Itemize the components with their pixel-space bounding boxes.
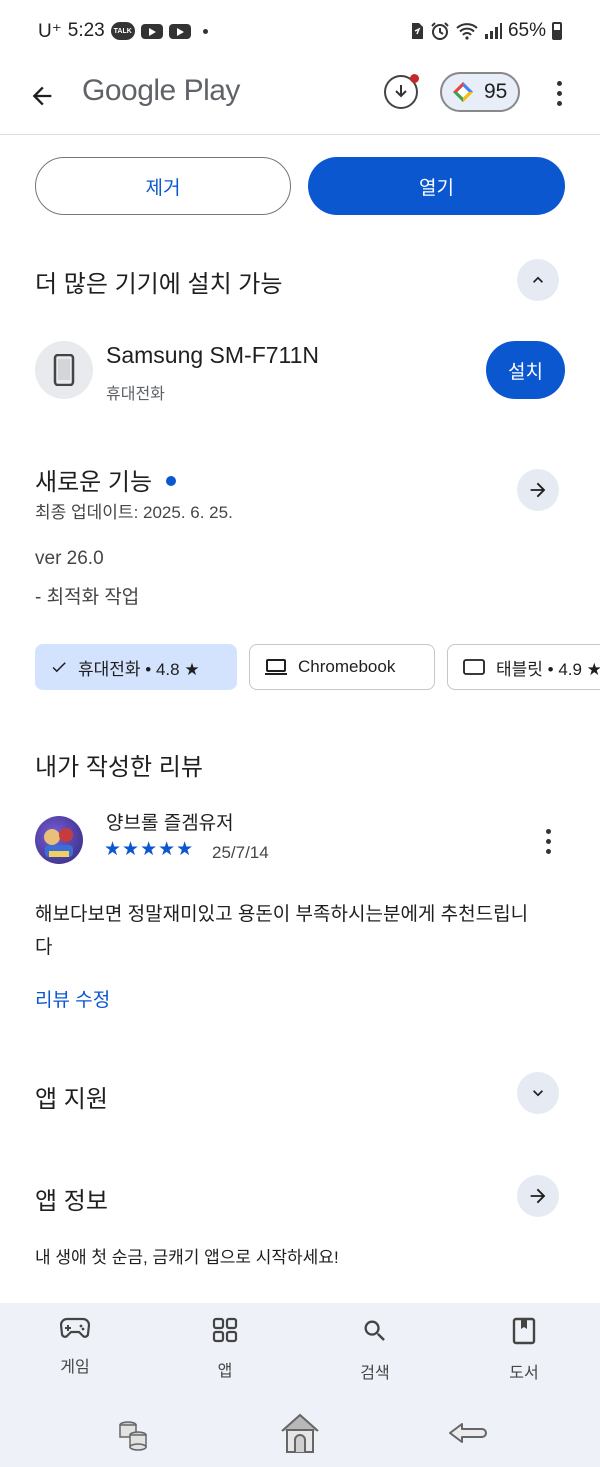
notification-dot [410, 74, 419, 83]
phone-device-icon [35, 341, 93, 399]
app-bar: Google Play 95 [0, 62, 600, 128]
review-date: 25/7/14 [212, 843, 269, 862]
chip-phone-label: 휴대전화 • 4.8 ★ [78, 659, 200, 679]
device-name: Samsung SM-F711N [106, 342, 320, 368]
arrow-right-icon [530, 482, 546, 498]
more-vert-icon [556, 80, 562, 86]
nav-search-label: 검색 [360, 1365, 390, 1382]
bottom-nav: 게임 앱 검색 도서 [0, 1303, 600, 1467]
whats-new-label: 새로운 기능 [35, 469, 153, 496]
talk-icon: TALK [110, 22, 135, 40]
whats-new-title[interactable]: 새로운 기능 [35, 462, 177, 497]
points-count: 95 [484, 80, 508, 103]
open-button[interactable]: 열기 [308, 157, 565, 215]
chevron-down-icon [533, 1090, 543, 1097]
collapse-button[interactable] [517, 259, 559, 301]
wifi-icon [456, 22, 478, 40]
app-bar-divider [0, 134, 600, 135]
chip-tablet[interactable]: 태블릿 • 4.9 ★ [447, 644, 600, 690]
new-indicator-dot [166, 475, 177, 486]
app-info-title: 앱 정보 [35, 1188, 108, 1215]
apps-grid-icon [212, 1317, 238, 1343]
device-type: 휴대전화 [106, 386, 165, 403]
arrow-right-icon [530, 1188, 546, 1204]
tablet-icon [463, 659, 485, 675]
whats-new-arrow-button[interactable] [517, 469, 559, 511]
chip-phone[interactable]: 휴대전화 • 4.8 ★ [35, 644, 237, 690]
install-button[interactable]: 설치 [486, 341, 565, 399]
app-description: 내 생애 첫 순금, 금캐기 앱으로 시작하세요! [35, 1248, 339, 1267]
more-options-button[interactable] [544, 76, 574, 110]
chevron-up-icon [533, 276, 543, 283]
review-more-button[interactable] [538, 824, 558, 858]
download-icon [395, 85, 407, 98]
star-rating: ★★★★★ [104, 839, 195, 860]
carrier-label: U⁺ [38, 20, 62, 42]
reviewer-name: 양브롤 즐겜유저 [106, 813, 234, 834]
play-points-button[interactable]: 95 [440, 72, 520, 112]
status-right: 65% [410, 20, 562, 42]
chip-chromebook-label: Chromebook [298, 657, 396, 676]
play-points-icon [453, 82, 473, 102]
nav-apps[interactable]: 앱 [175, 1317, 275, 1381]
status-left: U⁺ 5:23 TALK [38, 20, 208, 43]
more-vert-icon [545, 828, 551, 834]
nav-games-label: 게임 [60, 1359, 90, 1376]
release-notes: - 최적화 작업 [35, 587, 140, 608]
nav-games[interactable]: 게임 [25, 1317, 125, 1377]
nav-books[interactable]: 도서 [474, 1317, 574, 1383]
back-hand-icon [449, 1423, 487, 1443]
arrow-left-icon [32, 86, 52, 106]
search-icon [364, 1320, 385, 1341]
my-review-title: 내가 작성한 리뷰 [35, 754, 203, 781]
check-icon [52, 662, 66, 673]
battery-icon [552, 22, 562, 40]
install-more-title: 더 많은 기기에 설치 가능 [35, 271, 283, 298]
clock: 5:23 [67, 20, 105, 41]
gamepad-icon [60, 1317, 90, 1338]
review-text: 해보다보면 정말재미있고 용돈이 부족하시는분에게 추천드립니다 [35, 904, 529, 958]
signal-icon [484, 22, 502, 40]
app-info-arrow-button[interactable] [517, 1175, 559, 1217]
recent-apps-icon [119, 1421, 147, 1451]
sim-icon [410, 22, 424, 40]
version-text: ver 26.0 [35, 548, 104, 569]
back-button[interactable] [22, 76, 62, 116]
remove-button[interactable]: 제거 [35, 157, 291, 215]
edit-review-link[interactable]: 리뷰 수정 [35, 985, 110, 1012]
more-notifications-dot [202, 28, 208, 34]
youtube-icon [168, 23, 191, 39]
youtube-icon [140, 23, 163, 39]
alarm-icon [430, 21, 450, 41]
last-updated: 최종 업데이트: 2025. 6. 25. [35, 503, 233, 522]
app-support-title: 앱 지원 [35, 1086, 108, 1113]
status-bar: U⁺ 5:23 TALK 65% [0, 0, 600, 62]
expand-support-button[interactable] [517, 1072, 559, 1114]
nav-apps-label: 앱 [217, 1363, 233, 1380]
laptop-icon [265, 659, 287, 675]
recent-apps-button[interactable] [110, 1409, 158, 1457]
battery-percent: 65% [507, 20, 546, 41]
home-icon [281, 1413, 319, 1453]
system-back-button[interactable] [444, 1409, 492, 1457]
avatar [35, 816, 83, 864]
book-icon [512, 1317, 536, 1345]
chip-tablet-label: 태블릿 • 4.9 ★ [496, 659, 600, 679]
nav-search[interactable]: 검색 [325, 1317, 425, 1383]
downloads-button[interactable] [384, 74, 419, 109]
chip-chromebook[interactable]: Chromebook [249, 644, 435, 690]
app-title: Google Play [82, 74, 240, 107]
system-navigation [0, 1403, 600, 1467]
home-button[interactable] [276, 1409, 324, 1457]
nav-books-label: 도서 [509, 1365, 539, 1382]
device-filter-chips: 휴대전화 • 4.8 ★ Chromebook 태블릿 • 4.9 ★ [35, 644, 600, 690]
